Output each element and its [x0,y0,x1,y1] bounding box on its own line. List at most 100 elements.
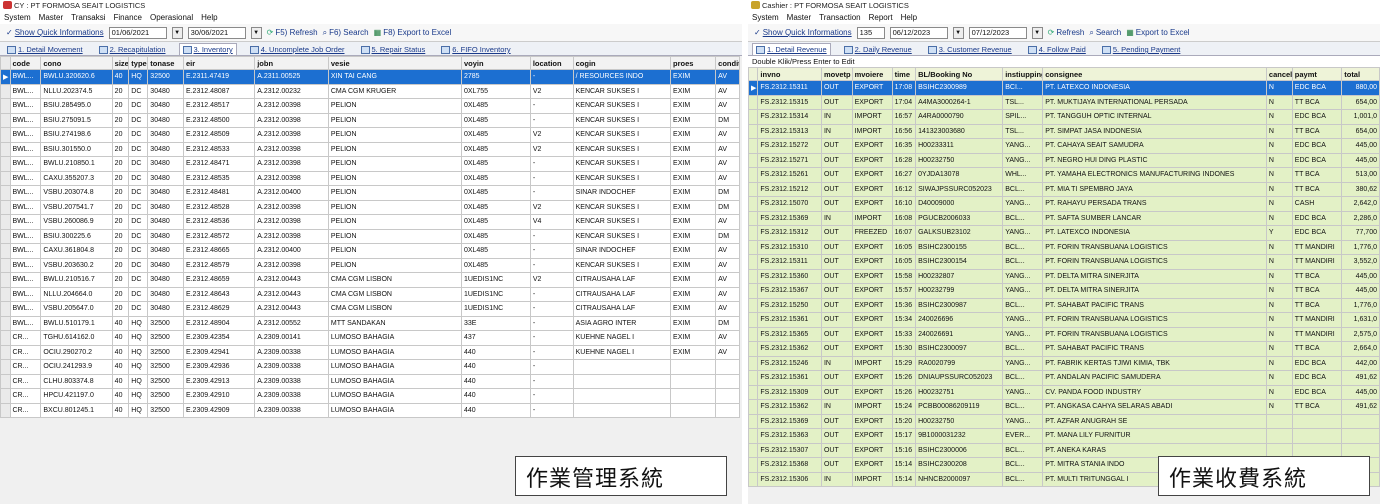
row-header[interactable] [748,384,759,400]
row-header[interactable] [0,83,11,99]
row-header[interactable] [0,301,11,317]
row-header[interactable] [748,225,759,241]
table-row[interactable]: BWL... VSBU.207541.7 20 DC 30480 E.2312.48528… [0,199,740,215]
row-header[interactable] [748,283,759,299]
row-header[interactable] [748,138,759,154]
show-quick-info-toggle[interactable]: ✓ Show Quick Informations [6,28,104,37]
column-header-1[interactable]: movetp [820,67,853,81]
column-header-5[interactable]: eir [182,56,256,70]
table-row[interactable]: FS.2312.15361 OUT EXPORT 15:34 240026696 YANG… [748,312,1380,328]
column-header-12[interactable]: conditio [715,56,740,70]
row-header[interactable] [748,428,759,444]
row-header[interactable] [0,373,11,389]
table-row[interactable]: FS.2312.15271 OUT EXPORT 16:28 H00232750 YANG… [748,152,1380,168]
row-header[interactable] [0,272,11,288]
row-header[interactable] [748,239,759,255]
table-row[interactable]: FS.2312.15309 OUT EXPORT 15:26 H00232751 YANG… [748,384,1380,400]
table-row[interactable]: FS.2312.15314 IN IMPORT 16:57 A4RA0000790 SPI… [748,109,1380,125]
menu-item-master[interactable]: Master [39,13,63,22]
menu-item-finance[interactable]: Finance [114,13,142,22]
table-row[interactable]: FS.2312.15369 OUT EXPORT 15:20 H00232750 YANG… [748,413,1380,429]
row-header[interactable] [748,341,759,357]
table-row[interactable]: BWL... CAXU.361804.8 20 DC 30480 E.2312.48665… [0,243,740,259]
row-header[interactable] [748,210,759,226]
table-row[interactable]: ▶ BWL... BWLU.320620.6 40 HQ 32500 E.2311.4741… [0,69,740,85]
column-header-0[interactable]: code [9,56,42,70]
table-row[interactable]: BWL... VSBU.260086.9 20 DC 30480 E.2312.48536… [0,214,740,230]
row-header[interactable] [748,167,759,183]
row-header[interactable] [0,286,11,302]
row-header[interactable] [748,471,759,487]
row-header[interactable] [748,94,759,110]
table-row[interactable]: FS.2312.15362 OUT EXPORT 15:30 BSIHC2300097 B… [748,341,1380,357]
row-header[interactable] [0,402,11,418]
column-header-11[interactable]: proes [670,56,717,70]
menu-item-transaction[interactable]: Transaction [819,13,861,22]
table-row[interactable]: FS.2312.15272 OUT EXPORT 16:35 H00233311 YANG… [748,138,1380,154]
tab-5[interactable]: 5. Pending Payment [1099,44,1184,55]
row-header[interactable] [748,196,759,212]
date-from-dropdown[interactable]: ▼ [952,26,964,39]
row-header[interactable] [748,297,759,313]
row-header[interactable] [0,98,11,114]
export-excel-button[interactable]: ▦ F8) Export to Excel [374,28,452,37]
table-row[interactable]: BWL... BSIU.274198.6 20 DC 30480 E.2312.48509… [0,127,740,143]
row-header[interactable] [748,326,759,342]
table-row[interactable]: FS.2312.15246 IN IMPORT 15:29 RA0020799 YANG.… [748,355,1380,371]
table-row[interactable]: FS.2312.15361 OUT EXPORT 15:26 DNIAUPSSURC05… [748,370,1380,386]
row-header[interactable] [0,243,11,259]
column-header-4[interactable]: tonase [147,56,184,70]
table-row[interactable]: CR... OCIU.290270.2 40 HQ 32500 E.2309.42941 A… [0,344,740,360]
table-row[interactable]: FS.2312.15261 OUT EXPORT 16:27 0YJDA13078 WHL… [748,167,1380,183]
row-header[interactable] [748,312,759,328]
table-row[interactable]: FS.2312.15365 OUT EXPORT 15:33 240026691 YANG… [748,326,1380,342]
table-row[interactable]: BWL... BWLU.210850.1 20 DC 30480 E.2312.48471… [0,156,740,172]
column-header-6[interactable]: consignee [1042,67,1267,81]
column-header-3[interactable]: type [128,56,149,70]
row-header[interactable] [0,228,11,244]
row-header[interactable] [0,330,11,346]
table-row[interactable]: CR... BXCU.801245.1 40 HQ 32500 E.2309.42909 A… [0,402,740,418]
show-quick-info-toggle[interactable]: ✓ Show Quick Informations [754,28,852,37]
table-row[interactable]: FS.2312.15070 OUT EXPORT 16:10 D40009000 YANG… [748,196,1380,212]
table-row[interactable]: FS.2312.15367 OUT EXPORT 15:57 H00232799 YANG… [748,283,1380,299]
table-row[interactable]: BWL... VSBU.203630.2 20 DC 30480 E.2312.48579… [0,257,740,273]
table-row[interactable]: CR... TGHU.614162.0 40 HQ 32500 E.2309.42354 A… [0,330,740,346]
row-header[interactable] [0,141,11,157]
row-header[interactable] [748,181,759,197]
menu-item-report[interactable]: Report [869,13,893,22]
column-header-10[interactable]: cogin [572,56,672,70]
row-header[interactable]: ▶ [748,80,759,96]
column-header-2[interactable]: mvoiere [851,67,893,81]
menu-item-help[interactable]: Help [901,13,917,22]
refresh-button[interactable]: ⟳ Refresh [1048,28,1085,37]
search-button[interactable]: ⌕ F6) Search [323,28,369,38]
date-to-field[interactable]: 07/12/2023 [968,26,1027,39]
row-header[interactable] [0,199,11,215]
column-header-8[interactable]: voyin [460,56,531,70]
column-header-4[interactable]: BL/Booking No [915,67,1004,81]
row-header[interactable] [748,152,759,168]
record-count-field[interactable]: 135 [856,26,885,39]
table-row[interactable]: FS.2312.15310 OUT EXPORT 16:05 BSIHC2300155 B… [748,239,1380,255]
date-from-field[interactable]: 01/06/2021 [108,26,167,39]
tab-3[interactable]: 3. Customer Revenue [925,44,1015,55]
table-row[interactable]: BWL... CAXU.355207.3 20 DC 30480 E.2312.48535… [0,170,740,186]
column-header-9[interactable]: total [1341,67,1380,81]
table-row[interactable]: BWL... BWLU.510179.1 40 HQ 32500 E.2312.48904… [0,315,740,331]
date-to-field[interactable]: 30/06/2021 [187,26,246,39]
table-row[interactable]: BWL... BSIU.300225.6 20 DC 30480 E.2312.48572… [0,228,740,244]
column-header-1[interactable]: cono [40,56,113,70]
tab-1[interactable]: 1. Detail Movement [4,44,86,55]
table-row[interactable]: BWL... VSBU.203074.8 20 DC 30480 E.2312.48481… [0,185,740,201]
table-row[interactable]: BWL... BWLU.210516.7 20 DC 30480 E.2312.48659… [0,272,740,288]
row-header[interactable] [748,399,759,415]
tab-4[interactable]: 4. Uncomplete Job Order [247,44,348,55]
menu-item-operasional[interactable]: Operasional [150,13,193,22]
column-header-0[interactable]: invno [757,67,822,81]
row-header[interactable] [0,170,11,186]
row-header[interactable]: ▶ [0,69,11,85]
table-row[interactable]: FS.2312.15362 IN IMPORT 15:24 PCBB0008620911… [748,399,1380,415]
column-header-8[interactable]: paymt [1291,67,1343,81]
table-row[interactable]: BWL... BSIU.285495.0 20 DC 30480 E.2312.48517… [0,98,740,114]
